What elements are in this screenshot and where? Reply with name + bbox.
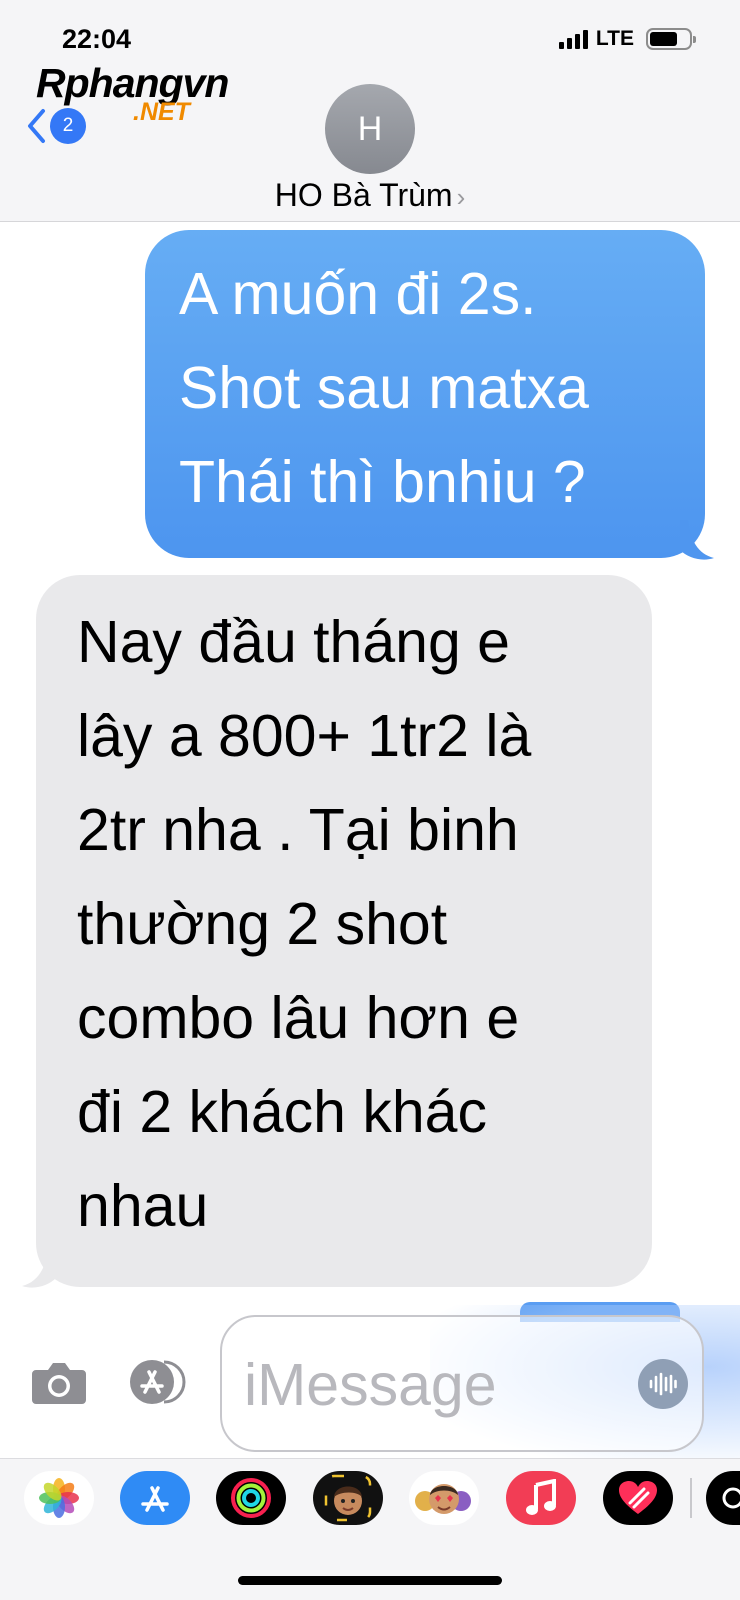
photos-glyph xyxy=(39,1478,79,1518)
appstore-icon[interactable] xyxy=(124,1358,186,1406)
status-indicators: LTE xyxy=(558,27,696,51)
battery-icon xyxy=(646,28,696,50)
fitness-app-icon[interactable] xyxy=(216,1471,286,1525)
memoji-glyph xyxy=(324,1474,372,1522)
sent-message-bubble[interactable]: A muốn đi 2s. Shot sau matxa Thái thì bn… xyxy=(145,230,705,558)
status-time: 22:04 xyxy=(62,24,132,54)
photos-app-icon[interactable] xyxy=(24,1471,94,1525)
message-text: A muốn đi 2s. Shot sau matxa Thái thì bn… xyxy=(179,261,589,515)
contact-avatar[interactable]: H xyxy=(325,84,415,174)
waveform-glyph xyxy=(649,1372,677,1396)
unread-badge: 2 xyxy=(50,108,86,144)
camera-icon[interactable] xyxy=(30,1360,88,1406)
stickers-glyph xyxy=(415,1484,471,1514)
waveform-icon[interactable] xyxy=(638,1359,688,1409)
memoji-stickers-app-icon[interactable] xyxy=(409,1471,479,1525)
message-text: Nay đầu tháng e lây a 800+ 1tr2 là 2tr n… xyxy=(77,609,532,1239)
received-message-bubble[interactable]: Nay đầu tháng e lây a 800+ 1tr2 là 2tr n… xyxy=(36,575,652,1287)
home-indicator[interactable] xyxy=(238,1576,502,1585)
memoji-app-icon[interactable] xyxy=(313,1471,383,1525)
cellular-signal-icon xyxy=(558,29,588,49)
digital-touch-app-icon[interactable] xyxy=(603,1471,673,1525)
activity-rings-glyph xyxy=(231,1478,271,1518)
app-store-app-icon[interactable] xyxy=(120,1471,190,1525)
message-input[interactable]: iMessage xyxy=(220,1315,704,1452)
chevron-left-icon xyxy=(28,109,45,143)
more-apps-glyph xyxy=(722,1487,740,1509)
drawer-divider xyxy=(690,1478,692,1518)
contact-name-button[interactable]: HO Bà Trùm › xyxy=(0,177,740,214)
music-note-glyph xyxy=(526,1479,556,1515)
watermark-suffix: .NET xyxy=(133,98,190,126)
bubble-tail xyxy=(680,520,714,560)
back-button[interactable]: 2 xyxy=(26,108,86,144)
chevron-right-icon: › xyxy=(456,182,466,212)
app-store-glyph xyxy=(141,1486,169,1512)
music-app-icon[interactable] xyxy=(506,1471,576,1525)
network-type: LTE xyxy=(595,27,634,50)
contact-name: HO Bà Trùm xyxy=(274,177,453,213)
input-placeholder: iMessage xyxy=(244,1352,497,1418)
bubble-tail xyxy=(22,1248,56,1288)
heart-glyph xyxy=(619,1481,657,1514)
